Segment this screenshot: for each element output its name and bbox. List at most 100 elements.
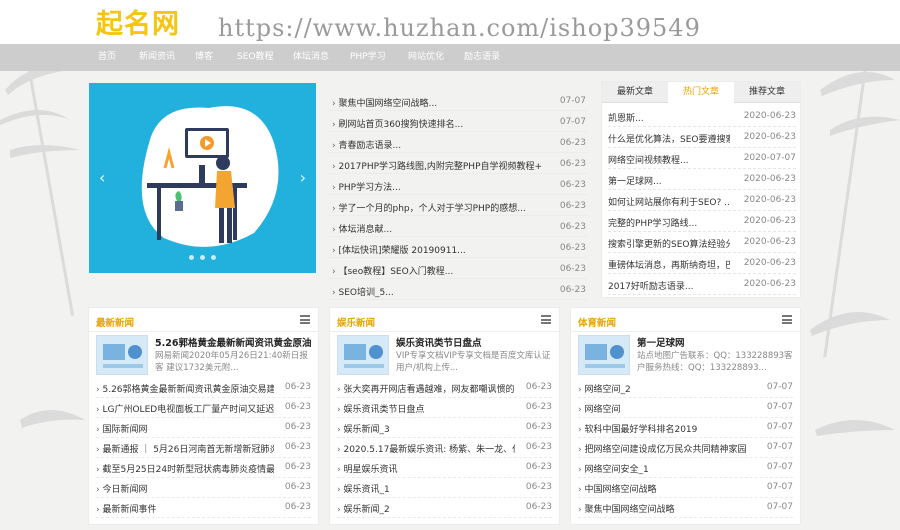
- list-item-title[interactable]: 最新通报 ｜ 5月26日河南首无新增新冠肺炎确诊: [102, 445, 274, 455]
- list-item[interactable]: › 刷网站首页360搜狗快速排名... 07-07: [328, 111, 588, 132]
- list-item[interactable]: 2017好听励志语录... 2020-06-23: [608, 274, 796, 295]
- list-item[interactable]: › 明星娱乐资讯 06-23: [337, 458, 552, 478]
- list-item-title[interactable]: 张大奕再开网店看遇越难，网友都嘲讽惯的瓜: [343, 385, 515, 395]
- list-item-title[interactable]: 聚焦中国网络空间战略...: [338, 99, 437, 109]
- list-item[interactable]: › 把网络空间建设成亿万民众共同精神家园 07-07: [578, 438, 793, 458]
- list-item-title[interactable]: 2020.5.17最新娱乐资讯: 杨紫、朱一龙、任嘉: [343, 445, 515, 455]
- list-item-title[interactable]: 软科中国最好学科排名2019: [584, 425, 697, 435]
- list-item-title[interactable]: 国际新闻网: [102, 425, 147, 435]
- list-item[interactable]: › 聚焦中国网络空间战略 07-07: [578, 498, 793, 518]
- list-item[interactable]: 第一足球网... 2020-06-23: [608, 169, 796, 190]
- featured-article[interactable]: 娱乐资讯类节日盘点 VIP专享文档VIP专享文档是百度文库认证用户/机构上传..…: [337, 335, 552, 381]
- list-item-title[interactable]: 学了一个月的php，个人对于学习PHP的感想...: [338, 204, 525, 214]
- list-item[interactable]: › 2020.5.17最新娱乐资讯: 杨紫、朱一龙、任嘉 06-23: [337, 438, 552, 458]
- carousel-dot[interactable]: [211, 255, 216, 260]
- list-item[interactable]: 如何让网站展你有利于SEO? ... 2020-06-23: [608, 190, 796, 211]
- list-item-title[interactable]: 【seo教程】SEO入门教程...: [338, 267, 453, 277]
- list-item-title[interactable]: 明星娱乐资讯: [343, 465, 397, 475]
- list-item-title[interactable]: 娱乐资讯类节日盘点: [343, 405, 424, 415]
- nav-home[interactable]: 首页: [98, 44, 116, 71]
- featured-title[interactable]: 5.26郭格黄金最新新闻资讯黄金原油...: [155, 335, 311, 349]
- tab-latest-articles[interactable]: 最新文章: [602, 82, 668, 103]
- image-carousel[interactable]: ‹ ›: [89, 83, 316, 273]
- list-item[interactable]: › PHP学习方法... 06-23: [328, 174, 588, 195]
- carousel-next-button[interactable]: ›: [300, 168, 306, 187]
- list-item-title[interactable]: 凯恩斯...: [608, 111, 730, 124]
- list-item-title[interactable]: 完整的PHP学习路线...: [608, 216, 730, 229]
- list-item-title[interactable]: 什么是优化算法，SEO要遵搜索引: [608, 132, 730, 145]
- list-item-title[interactable]: 如何让网站展你有利于SEO? ...: [608, 195, 730, 208]
- list-item[interactable]: 重磅体坛消息，再斯纳奇坦，巴特勒 2020-06-23: [608, 253, 796, 274]
- featured-title[interactable]: 娱乐资讯类节日盘点: [396, 335, 552, 349]
- list-item[interactable]: 完整的PHP学习路线... 2020-06-23: [608, 211, 796, 232]
- list-item[interactable]: › 今日新闻网 06-23: [96, 478, 311, 498]
- list-item-title[interactable]: 聚焦中国网络空间战略: [584, 505, 674, 515]
- box-title[interactable]: 最新新闻: [96, 315, 134, 329]
- list-item[interactable]: 凯恩斯... 2020-06-23: [608, 106, 796, 127]
- featured-title[interactable]: 第一足球网: [637, 335, 793, 349]
- box-title[interactable]: 体育新闻: [578, 315, 616, 329]
- list-item[interactable]: › 网络空间_2 07-07: [578, 378, 793, 398]
- carousel-dot[interactable]: [200, 255, 205, 260]
- article-thumbnail[interactable]: [578, 335, 630, 375]
- list-item[interactable]: › 国际新闻网 06-23: [96, 418, 311, 438]
- list-item[interactable]: › 学了一个月的php，个人对于学习PHP的感想... 06-23: [328, 195, 588, 216]
- site-logo[interactable]: 起名网: [96, 2, 180, 41]
- list-item[interactable]: › 5.26郭格黄金最新新闻资讯黄金原油交易建议 06-23: [96, 378, 311, 398]
- list-item[interactable]: › 娱乐资讯类节日盘点 06-23: [337, 398, 552, 418]
- list-item-title[interactable]: 网络空间视频教程...: [608, 153, 730, 166]
- list-item[interactable]: 搜索引擎更新的SEO算法经验分享... 2020-06-23: [608, 232, 796, 253]
- list-item[interactable]: › 中国网络空间战略 07-07: [578, 478, 793, 498]
- list-item-title[interactable]: [体坛快讯]荣耀版 20190911...: [338, 246, 465, 256]
- list-item-title[interactable]: 娱乐新闻_2: [343, 505, 389, 515]
- list-item-title[interactable]: 体坛消息献...: [338, 225, 392, 235]
- nav-news[interactable]: 新闻资讯: [139, 44, 175, 71]
- list-item[interactable]: › 截至5月25日24时新型冠状病毒肺炎疫情最新情况 06-23: [96, 458, 311, 478]
- list-item-title[interactable]: 截至5月25日24时新型冠状病毒肺炎疫情最新情况: [102, 465, 274, 475]
- article-thumbnail[interactable]: [337, 335, 389, 375]
- list-menu-icon[interactable]: [782, 315, 792, 324]
- list-item-title[interactable]: LG广州OLED电视面板工厂量产时间又延迟，将推: [102, 405, 274, 415]
- list-item-title[interactable]: 娱乐新闻_3: [343, 425, 389, 435]
- list-item[interactable]: › 娱乐新闻_3 06-23: [337, 418, 552, 438]
- list-item[interactable]: › 最新通报 ｜ 5月26日河南首无新增新冠肺炎确诊 06-23: [96, 438, 311, 458]
- list-item-title[interactable]: 中国网络空间战略: [584, 485, 656, 495]
- list-item-title[interactable]: SEO培训_5...: [338, 288, 393, 298]
- list-item-title[interactable]: 最新新闻事件: [102, 505, 156, 515]
- list-item-title[interactable]: 2017PHP学习路线图,内附完整PHP自学视频教程+工具经: [338, 162, 542, 172]
- list-item-title[interactable]: 网络空间安全_1: [584, 465, 648, 475]
- list-item-title[interactable]: 第一足球网...: [608, 174, 730, 187]
- list-item[interactable]: › 体坛消息献... 06-23: [328, 216, 588, 237]
- list-item[interactable]: 网络空间视频教程... 2020-07-07: [608, 148, 796, 169]
- list-item[interactable]: › 青春励志语录... 06-23: [328, 132, 588, 153]
- list-item-title[interactable]: 重磅体坛消息，再斯纳奇坦，巴特勒: [608, 258, 730, 271]
- tab-hot-articles[interactable]: 热门文章: [668, 82, 734, 103]
- list-item[interactable]: 什么是优化算法，SEO要遵搜索引 2020-06-23: [608, 127, 796, 148]
- list-item[interactable]: › 最新新闻事件 06-23: [96, 498, 311, 518]
- nav-php[interactable]: PHP学习: [350, 44, 386, 71]
- list-item-title[interactable]: 2017好听励志语录...: [608, 279, 730, 292]
- list-item-title[interactable]: 5.26郭格黄金最新新闻资讯黄金原油交易建议: [102, 385, 274, 395]
- list-item[interactable]: › [体坛快讯]荣耀版 20190911... 06-23: [328, 237, 588, 258]
- list-item[interactable]: › 娱乐资讯_1 06-23: [337, 478, 552, 498]
- list-item[interactable]: › 张大奕再开网店看遇越难，网友都嘲讽惯的瓜 06-23: [337, 378, 552, 398]
- list-item-title[interactable]: 青春励志语录...: [338, 141, 401, 151]
- list-item-title[interactable]: 网络空间_2: [584, 385, 630, 395]
- tab-recommended-articles[interactable]: 推荐文章: [734, 82, 800, 103]
- featured-article[interactable]: 第一足球网 站点地图广告联系：QQ：133228893客户服务热线：QQ：133…: [578, 335, 793, 381]
- list-item[interactable]: › 2017PHP学习路线图,内附完整PHP自学视频教程+工具经 06-23: [328, 153, 588, 174]
- nav-optimize[interactable]: 网站优化: [408, 44, 444, 71]
- list-item-title[interactable]: 搜索引擎更新的SEO算法经验分享...: [608, 237, 730, 250]
- list-item[interactable]: › 娱乐新闻_2 06-23: [337, 498, 552, 518]
- nav-sports[interactable]: 体坛消息: [293, 44, 329, 71]
- nav-seo[interactable]: SEO教程: [237, 44, 273, 71]
- list-item[interactable]: › 聚焦中国网络空间战略... 07-07: [328, 90, 588, 111]
- list-item[interactable]: › 【seo教程】SEO入门教程... 06-23: [328, 258, 588, 279]
- list-menu-icon[interactable]: [541, 315, 551, 324]
- featured-article[interactable]: 5.26郭格黄金最新新闻资讯黄金原油... 网易新闻2020年05月26日21:…: [96, 335, 311, 381]
- list-item[interactable]: › 网络空间安全_1 07-07: [578, 458, 793, 478]
- article-thumbnail[interactable]: [96, 335, 148, 375]
- list-item-title[interactable]: 今日新闻网: [102, 485, 147, 495]
- carousel-dot[interactable]: [189, 255, 194, 260]
- list-item-title[interactable]: 刷网站首页360搜狗快速排名...: [338, 120, 463, 130]
